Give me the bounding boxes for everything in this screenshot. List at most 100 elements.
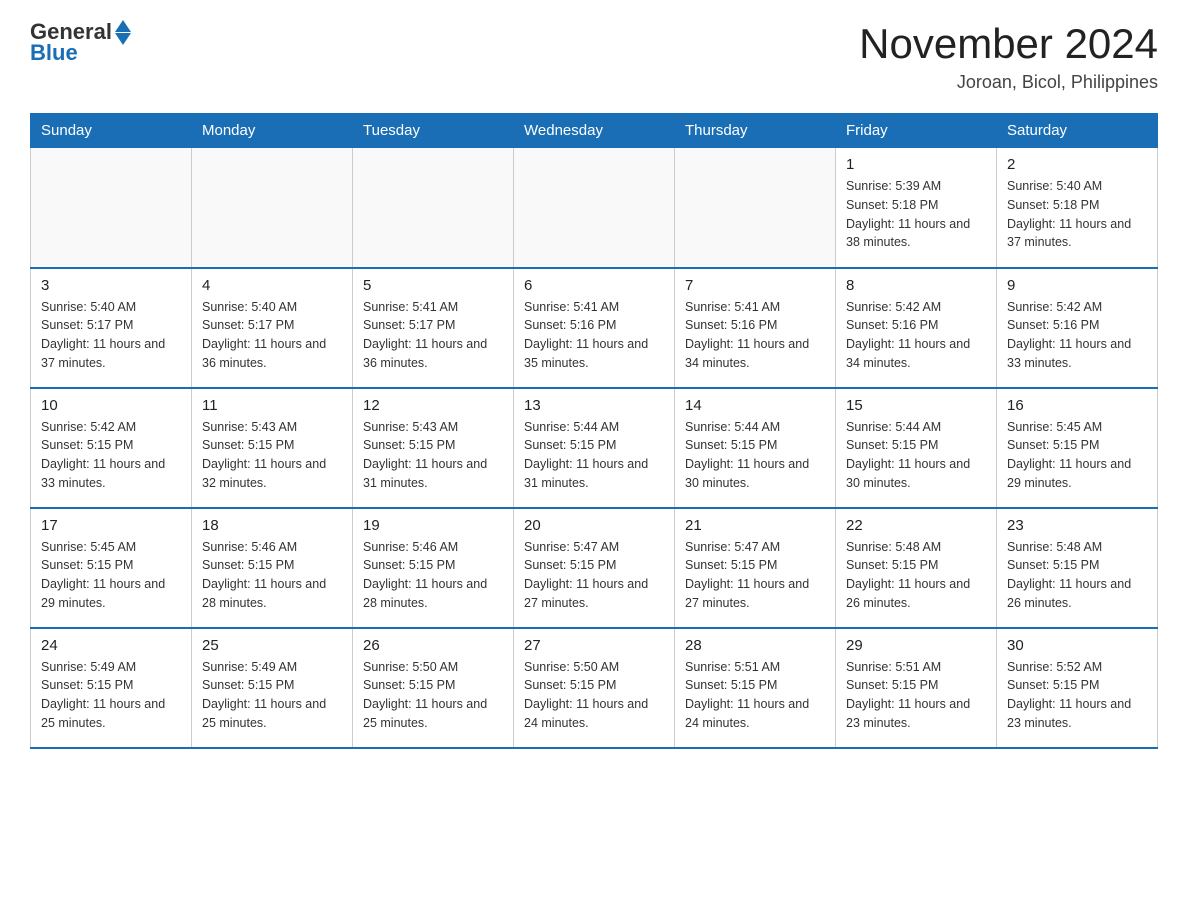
day-number: 17 (41, 517, 181, 534)
day-info: Sunrise: 5:43 AMSunset: 5:15 PMDaylight:… (363, 418, 503, 493)
day-number: 27 (524, 637, 664, 654)
calendar-day: 29 Sunrise: 5:51 AMSunset: 5:15 PMDayligh… (836, 628, 997, 748)
day-info: Sunrise: 5:44 AMSunset: 5:15 PMDaylight:… (524, 418, 664, 493)
day-info: Sunrise: 5:48 AMSunset: 5:15 PMDaylight:… (846, 538, 986, 613)
calendar-day: 2 Sunrise: 5:40 AMSunset: 5:18 PMDaylight… (997, 148, 1158, 268)
day-number: 10 (41, 397, 181, 414)
day-number: 3 (41, 277, 181, 294)
day-info: Sunrise: 5:40 AMSunset: 5:17 PMDaylight:… (41, 298, 181, 373)
calendar-day: 20 Sunrise: 5:47 AMSunset: 5:15 PMDayligh… (514, 508, 675, 628)
calendar-day: 7Sunrise: 5:41 AMSunset: 5:16 PMDaylight… (675, 268, 836, 388)
day-info: Sunrise: 5:45 AMSunset: 5:15 PMDaylight:… (41, 538, 181, 613)
day-number: 22 (846, 517, 986, 534)
title-block: November 2024 Joroan, Bicol, Philippines (859, 20, 1158, 93)
day-number: 5 (363, 277, 503, 294)
calendar-day: 22 Sunrise: 5:48 AMSunset: 5:15 PMDayligh… (836, 508, 997, 628)
day-info: Sunrise: 5:44 AMSunset: 5:15 PMDaylight:… (685, 418, 825, 493)
calendar-day (514, 148, 675, 268)
day-info: Sunrise: 5:46 AMSunset: 5:15 PMDaylight:… (363, 538, 503, 613)
calendar-day: 4 Sunrise: 5:40 AMSunset: 5:17 PMDaylight… (192, 268, 353, 388)
calendar-day: 12 Sunrise: 5:43 AMSunset: 5:15 PMDayligh… (353, 388, 514, 508)
day-info: Sunrise: 5:41 AMSunset: 5:16 PMDaylight:… (524, 298, 664, 373)
calendar-day: 9 Sunrise: 5:42 AMSunset: 5:16 PMDaylight… (997, 268, 1158, 388)
day-number: 29 (846, 637, 986, 654)
day-number: 16 (1007, 397, 1147, 414)
day-number: 11 (202, 397, 342, 414)
calendar-week-row: 10 Sunrise: 5:42 AMSunset: 5:15 PMDayligh… (31, 388, 1158, 508)
day-info: Sunrise: 5:42 AMSunset: 5:16 PMDaylight:… (846, 298, 986, 373)
calendar-day (675, 148, 836, 268)
day-info: Sunrise: 5:40 AMSunset: 5:17 PMDaylight:… (202, 298, 342, 373)
day-header-saturday: Saturday (997, 114, 1158, 148)
calendar-week-row: 3 Sunrise: 5:40 AMSunset: 5:17 PMDaylight… (31, 268, 1158, 388)
day-number: 21 (685, 517, 825, 534)
logo-blue-text: Blue (30, 41, 131, 65)
day-info: Sunrise: 5:41 AMSunset: 5:17 PMDaylight:… (363, 298, 503, 373)
day-number: 9 (1007, 277, 1147, 294)
day-info: Sunrise: 5:44 AMSunset: 5:15 PMDaylight:… (846, 418, 986, 493)
calendar-day: 17 Sunrise: 5:45 AMSunset: 5:15 PMDayligh… (31, 508, 192, 628)
day-info: Sunrise: 5:40 AMSunset: 5:18 PMDaylight:… (1007, 177, 1147, 252)
day-info: Sunrise: 5:46 AMSunset: 5:15 PMDaylight:… (202, 538, 342, 613)
day-info: Sunrise: 5:43 AMSunset: 5:15 PMDaylight:… (202, 418, 342, 493)
day-info: Sunrise: 5:50 AMSunset: 5:15 PMDaylight:… (524, 658, 664, 733)
day-info: Sunrise: 5:42 AMSunset: 5:16 PMDaylight:… (1007, 298, 1147, 373)
logo: General Blue (30, 20, 131, 65)
day-header-wednesday: Wednesday (514, 114, 675, 148)
day-info: Sunrise: 5:50 AMSunset: 5:15 PMDaylight:… (363, 658, 503, 733)
calendar-day (192, 148, 353, 268)
calendar-day: 27 Sunrise: 5:50 AMSunset: 5:15 PMDayligh… (514, 628, 675, 748)
day-info: Sunrise: 5:51 AMSunset: 5:15 PMDaylight:… (685, 658, 825, 733)
calendar-day: 19 Sunrise: 5:46 AMSunset: 5:15 PMDayligh… (353, 508, 514, 628)
day-header-sunday: Sunday (31, 114, 192, 148)
day-info: Sunrise: 5:48 AMSunset: 5:15 PMDaylight:… (1007, 538, 1147, 613)
calendar-day: 8 Sunrise: 5:42 AMSunset: 5:16 PMDaylight… (836, 268, 997, 388)
calendar-day: 13Sunrise: 5:44 AMSunset: 5:15 PMDayligh… (514, 388, 675, 508)
calendar-day: 30 Sunrise: 5:52 AMSunset: 5:15 PMDayligh… (997, 628, 1158, 748)
day-info: Sunrise: 5:49 AMSunset: 5:15 PMDaylight:… (41, 658, 181, 733)
day-number: 1 (846, 156, 986, 173)
day-info: Sunrise: 5:41 AMSunset: 5:16 PMDaylight:… (685, 298, 825, 373)
calendar-day: 14 Sunrise: 5:44 AMSunset: 5:15 PMDayligh… (675, 388, 836, 508)
day-info: Sunrise: 5:45 AMSunset: 5:15 PMDaylight:… (1007, 418, 1147, 493)
day-header-thursday: Thursday (675, 114, 836, 148)
month-title: November 2024 (859, 20, 1158, 68)
day-number: 4 (202, 277, 342, 294)
day-number: 19 (363, 517, 503, 534)
logo-triangle-up (115, 20, 131, 32)
day-info: Sunrise: 5:47 AMSunset: 5:15 PMDaylight:… (685, 538, 825, 613)
day-header-friday: Friday (836, 114, 997, 148)
calendar-week-row: 24Sunrise: 5:49 AMSunset: 5:15 PMDayligh… (31, 628, 1158, 748)
calendar-week-row: 17 Sunrise: 5:45 AMSunset: 5:15 PMDayligh… (31, 508, 1158, 628)
calendar-day: 23 Sunrise: 5:48 AMSunset: 5:15 PMDayligh… (997, 508, 1158, 628)
day-number: 20 (524, 517, 664, 534)
day-number: 18 (202, 517, 342, 534)
day-info: Sunrise: 5:49 AMSunset: 5:15 PMDaylight:… (202, 658, 342, 733)
logo-text: General Blue (30, 20, 131, 65)
day-info: Sunrise: 5:47 AMSunset: 5:15 PMDaylight:… (524, 538, 664, 613)
location: Joroan, Bicol, Philippines (859, 72, 1158, 93)
page-header: General Blue November 2024 Joroan, Bicol… (30, 20, 1158, 93)
calendar-day: 3 Sunrise: 5:40 AMSunset: 5:17 PMDaylight… (31, 268, 192, 388)
day-info: Sunrise: 5:51 AMSunset: 5:15 PMDaylight:… (846, 658, 986, 733)
day-number: 2 (1007, 156, 1147, 173)
calendar-day (353, 148, 514, 268)
day-number: 30 (1007, 637, 1147, 654)
day-number: 12 (363, 397, 503, 414)
day-header-monday: Monday (192, 114, 353, 148)
calendar-day: 21 Sunrise: 5:47 AMSunset: 5:15 PMDayligh… (675, 508, 836, 628)
day-number: 14 (685, 397, 825, 414)
calendar-day: 15Sunrise: 5:44 AMSunset: 5:15 PMDayligh… (836, 388, 997, 508)
calendar-day: 5 Sunrise: 5:41 AMSunset: 5:17 PMDaylight… (353, 268, 514, 388)
calendar-day (31, 148, 192, 268)
day-number: 8 (846, 277, 986, 294)
day-info: Sunrise: 5:52 AMSunset: 5:15 PMDaylight:… (1007, 658, 1147, 733)
day-info: Sunrise: 5:42 AMSunset: 5:15 PMDaylight:… (41, 418, 181, 493)
day-number: 6 (524, 277, 664, 294)
calendar-week-row: 1Sunrise: 5:39 AMSunset: 5:18 PMDaylight… (31, 148, 1158, 268)
calendar-day: 1Sunrise: 5:39 AMSunset: 5:18 PMDaylight… (836, 148, 997, 268)
day-number: 28 (685, 637, 825, 654)
day-number: 23 (1007, 517, 1147, 534)
calendar-day: 10 Sunrise: 5:42 AMSunset: 5:15 PMDayligh… (31, 388, 192, 508)
calendar-day: 18 Sunrise: 5:46 AMSunset: 5:15 PMDayligh… (192, 508, 353, 628)
